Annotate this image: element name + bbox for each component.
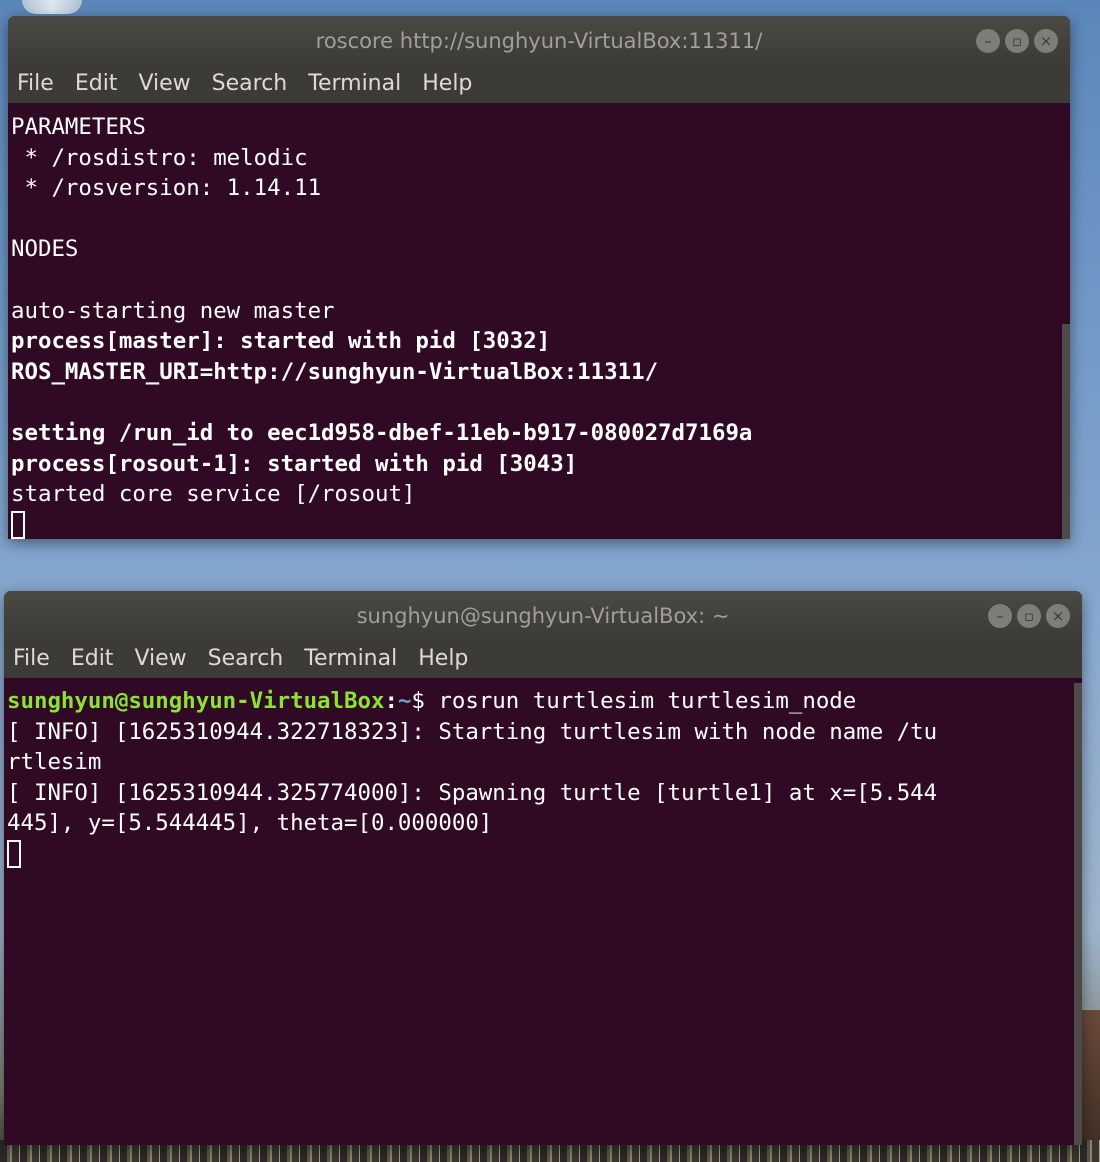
window-title: sunghyun@sunghyun-VirtualBox: ~ bbox=[356, 604, 730, 628]
close-icon[interactable]: × bbox=[1034, 29, 1058, 53]
prompt-user: sunghyun@sunghyun-VirtualBox bbox=[7, 688, 385, 714]
terminal-line: ROS_MASTER_URI=http://sunghyun-VirtualBo… bbox=[11, 358, 659, 385]
terminal-line: auto-starting new master bbox=[11, 297, 335, 324]
terminal-cursor bbox=[7, 839, 21, 868]
titlebar[interactable]: sunghyun@sunghyun-VirtualBox: ~ – ▫ × bbox=[4, 591, 1082, 639]
maximize-icon[interactable]: ▫ bbox=[1017, 604, 1041, 628]
prompt-separator: : bbox=[384, 688, 398, 714]
terminal-line: rtlesim bbox=[7, 749, 102, 776]
terminal-output[interactable]: PARAMETERS * /rosdistro: melodic * /rosv… bbox=[8, 111, 1070, 539]
terminal-line: * /rosversion: 1.14.11 bbox=[11, 175, 322, 202]
menu-search[interactable]: Search bbox=[208, 646, 284, 671]
menu-terminal[interactable]: Terminal bbox=[304, 646, 397, 671]
terminal-line: 445], y=[5.544445], theta=[0.000000] bbox=[7, 810, 493, 837]
terminal-line: * /rosdistro: melodic bbox=[11, 144, 308, 171]
maximize-icon[interactable]: ▫ bbox=[1005, 29, 1029, 53]
menu-search[interactable]: Search bbox=[212, 71, 288, 96]
menu-file[interactable]: File bbox=[13, 646, 50, 671]
menu-bar: File Edit View Search Terminal Help bbox=[4, 639, 1082, 678]
terminal-line: NODES bbox=[11, 236, 79, 263]
prompt-line: sunghyun@sunghyun-VirtualBox:~$ rosrun t… bbox=[7, 686, 1082, 717]
menu-help[interactable]: Help bbox=[418, 646, 468, 671]
desktop-wallpaper-tree bbox=[1080, 1010, 1100, 1150]
roscore-terminal-window[interactable]: roscore http://sunghyun-VirtualBox:11311… bbox=[8, 16, 1070, 539]
scrollbar[interactable] bbox=[1074, 683, 1082, 1145]
menu-edit[interactable]: Edit bbox=[71, 646, 114, 671]
prompt-path: ~ bbox=[397, 688, 412, 714]
prompt-command: $ rosrun turtlesim turtlesim_node bbox=[411, 688, 857, 714]
menu-bar: File Edit View Search Terminal Help bbox=[8, 64, 1070, 103]
menu-file[interactable]: File bbox=[17, 71, 54, 96]
terminal-line: [ INFO] [1625310944.322718323]: Starting… bbox=[7, 718, 938, 745]
close-icon[interactable]: × bbox=[1046, 604, 1070, 628]
menu-view[interactable]: View bbox=[134, 646, 186, 671]
window-title: roscore http://sunghyun-VirtualBox:11311… bbox=[315, 29, 763, 53]
titlebar[interactable]: roscore http://sunghyun-VirtualBox:11311… bbox=[8, 16, 1070, 64]
terminal-line: [ INFO] [1625310944.325774000]: Spawning… bbox=[7, 779, 938, 806]
shell-terminal-window[interactable]: sunghyun@sunghyun-VirtualBox: ~ – ▫ × Fi… bbox=[4, 591, 1082, 1145]
menu-view[interactable]: View bbox=[138, 71, 190, 96]
minimize-icon[interactable]: – bbox=[988, 604, 1012, 628]
menu-terminal[interactable]: Terminal bbox=[308, 71, 401, 96]
terminal-line: PARAMETERS bbox=[11, 114, 146, 140]
desktop-icon[interactable] bbox=[22, 0, 82, 14]
scrollbar[interactable] bbox=[1062, 324, 1070, 539]
menu-edit[interactable]: Edit bbox=[75, 71, 118, 96]
terminal-line: started core service [/rosout] bbox=[11, 481, 416, 508]
terminal-line: setting /run_id to eec1d958-dbef-11eb-b9… bbox=[11, 419, 753, 446]
terminal-cursor bbox=[11, 510, 25, 539]
terminal-line: process[rosout-1]: started with pid [304… bbox=[11, 450, 578, 477]
menu-help[interactable]: Help bbox=[422, 71, 472, 96]
terminal-output[interactable]: sunghyun@sunghyun-VirtualBox:~$ rosrun t… bbox=[4, 686, 1082, 1145]
terminal-line: process[master]: started with pid [3032] bbox=[11, 328, 551, 355]
minimize-icon[interactable]: – bbox=[976, 29, 1000, 53]
